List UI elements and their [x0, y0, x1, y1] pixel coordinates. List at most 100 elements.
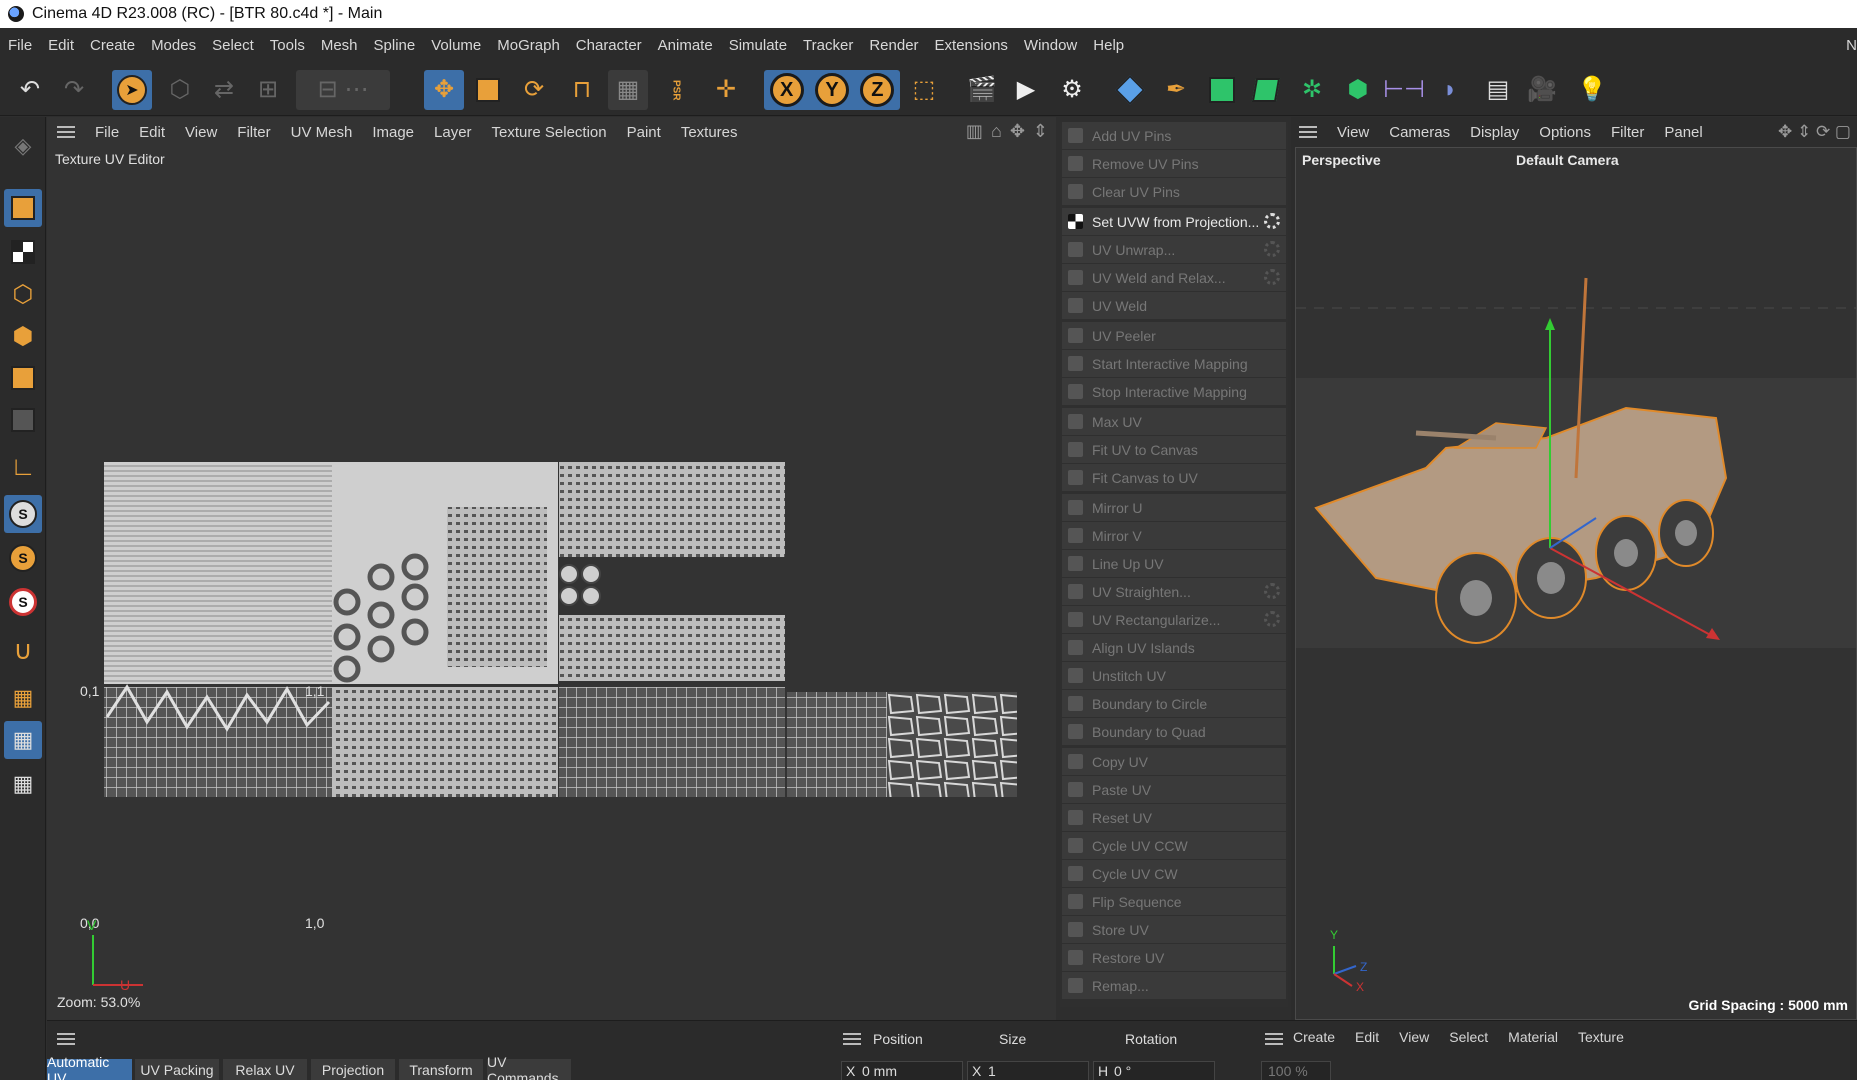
render-region-icon[interactable]: 🎬: [962, 70, 1002, 110]
menu-mesh[interactable]: Mesh: [321, 37, 358, 54]
uv-command-uv-weld-and-relax[interactable]: UV Weld and Relax...: [1062, 264, 1286, 291]
menu-animate[interactable]: Animate: [658, 37, 713, 54]
menu-window[interactable]: Window: [1024, 37, 1077, 54]
histogram-icon[interactable]: ▥: [966, 121, 983, 142]
redo-icon[interactable]: ↷: [54, 70, 94, 110]
uv-command-mirror-u[interactable]: Mirror U: [1062, 494, 1286, 521]
uv-command-unstitch-uv[interactable]: Unstitch UV: [1062, 662, 1286, 689]
tab-transform[interactable]: Transform: [399, 1059, 483, 1080]
uv-canvas[interactable]: [47, 297, 1056, 797]
uv-menu-file[interactable]: File: [95, 124, 119, 141]
uv-command-uv-unwrap[interactable]: UV Unwrap...: [1062, 236, 1286, 263]
menu-simulate[interactable]: Simulate: [729, 37, 787, 54]
move-icon[interactable]: ✥: [424, 70, 464, 110]
edge-mode-icon[interactable]: ⬢: [4, 317, 42, 355]
deformer-icon[interactable]: ⊢⊣: [1383, 70, 1425, 110]
uv-command-reset-uv[interactable]: Reset UV: [1062, 804, 1286, 831]
snap-enable-icon[interactable]: S: [4, 495, 42, 533]
loop-select-icon[interactable]: ⇄: [204, 70, 244, 110]
uv-menu-layer[interactable]: Layer: [434, 124, 472, 141]
position-x-field[interactable]: X 0 mm: [841, 1061, 963, 1080]
uv-command-uv-rectangularize[interactable]: UV Rectangularize...: [1062, 606, 1286, 633]
uv-panel-menu-icon[interactable]: [57, 126, 75, 138]
live-select-group-icon[interactable]: ⊟ ⋯: [296, 70, 390, 110]
mat-menu-view[interactable]: View: [1399, 1029, 1429, 1045]
uv-menu-view[interactable]: View: [185, 124, 217, 141]
uv-command-remove-uv-pins[interactable]: Remove UV Pins: [1062, 150, 1286, 177]
lock-icon[interactable]: ⌂: [991, 121, 1002, 142]
polygon-mode-icon[interactable]: [4, 359, 42, 397]
uv-command-paste-uv[interactable]: Paste UV: [1062, 776, 1286, 803]
model-mode-icon[interactable]: [4, 189, 42, 227]
uv-command-max-uv[interactable]: Max UV: [1062, 408, 1286, 435]
axis-x-icon[interactable]: X: [769, 73, 804, 107]
uv-command-flip-sequence[interactable]: Flip Sequence: [1062, 888, 1286, 915]
camera-icon[interactable]: 🎥: [1522, 70, 1562, 110]
gear-icon[interactable]: [1264, 611, 1280, 627]
viewport-panel-menu-icon[interactable]: [1299, 126, 1317, 138]
rotate-icon[interactable]: ⟳: [514, 70, 554, 110]
vp-menu-view[interactable]: View: [1337, 124, 1369, 141]
zoom-icon[interactable]: ⇕: [1033, 121, 1048, 142]
make-editable-icon[interactable]: ◈: [4, 127, 42, 165]
vp-menu-panel[interactable]: Panel: [1664, 124, 1702, 141]
select-icon[interactable]: ➤: [112, 70, 152, 110]
tab-uv-commands[interactable]: UV Commands: [487, 1054, 571, 1080]
material-zoom-field[interactable]: 100 %: [1261, 1061, 1331, 1080]
uv-menu-textures[interactable]: Textures: [681, 124, 738, 141]
floor-icon[interactable]: ▤: [1478, 70, 1518, 110]
uv-mode-icon[interactable]: [4, 401, 42, 439]
menu-overflow[interactable]: N: [1846, 37, 1857, 54]
vp-menu-display[interactable]: Display: [1470, 124, 1519, 141]
uv-command-align-uv-islands[interactable]: Align UV Islands: [1062, 634, 1286, 661]
uv-menu-image[interactable]: Image: [372, 124, 414, 141]
viewport-canvas[interactable]: Perspective Default Camera Y Z X Grid Sp…: [1295, 147, 1857, 1020]
menu-help[interactable]: Help: [1093, 37, 1124, 54]
world-axis-icon[interactable]: ✛: [706, 70, 746, 110]
gear-icon[interactable]: [1264, 241, 1280, 257]
uv-menu-uv-mesh[interactable]: UV Mesh: [291, 124, 353, 141]
uv-command-cycle-uv-ccw[interactable]: Cycle UV CCW: [1062, 832, 1286, 859]
cube-icon[interactable]: [1110, 70, 1150, 110]
mat-menu-edit[interactable]: Edit: [1355, 1029, 1379, 1045]
uv-command-boundary-to-quad[interactable]: Boundary to Quad: [1062, 718, 1286, 745]
menu-file[interactable]: File: [8, 37, 32, 54]
cloner-icon[interactable]: ⬢: [1338, 70, 1378, 110]
mograph-icon[interactable]: ✲: [1292, 70, 1332, 110]
vp-menu-options[interactable]: Options: [1539, 124, 1591, 141]
uv-command-uv-straighten[interactable]: UV Straighten...: [1062, 578, 1286, 605]
light-icon[interactable]: 💡: [1572, 70, 1612, 110]
gear-icon[interactable]: [1264, 213, 1280, 229]
uv-command-remap[interactable]: Remap...: [1062, 972, 1286, 999]
uv-command-uv-peeler[interactable]: UV Peeler: [1062, 322, 1286, 349]
menu-create[interactable]: Create: [90, 37, 135, 54]
menu-edit[interactable]: Edit: [48, 37, 74, 54]
uv-command-stop-interactive-mapping[interactable]: Stop Interactive Mapping: [1062, 378, 1286, 405]
vp-menu-cameras[interactable]: Cameras: [1389, 124, 1450, 141]
locked-workplane-icon[interactable]: ▦: [4, 721, 42, 759]
uv-command-start-interactive-mapping[interactable]: Start Interactive Mapping: [1062, 350, 1286, 377]
size-x-field[interactable]: X 1: [967, 1061, 1089, 1080]
extrude-icon[interactable]: [1246, 70, 1286, 110]
gear-icon[interactable]: [1264, 583, 1280, 599]
uv-command-fit-uv-to-canvas[interactable]: Fit UV to Canvas: [1062, 436, 1286, 463]
ring-select-icon[interactable]: ⊞: [248, 70, 288, 110]
pan-icon[interactable]: ✥: [1010, 121, 1025, 142]
axis-mode-icon[interactable]: ∟: [4, 447, 42, 485]
menu-tools[interactable]: Tools: [270, 37, 305, 54]
uv-command-cycle-uv-cw[interactable]: Cycle UV CW: [1062, 860, 1286, 887]
render-view-icon[interactable]: ▶: [1006, 70, 1046, 110]
snap-icon[interactable]: ⊓: [562, 70, 602, 110]
scale-icon[interactable]: [468, 70, 508, 110]
mat-menu-texture[interactable]: Texture: [1578, 1029, 1624, 1045]
coord-panel-menu-icon[interactable]: [843, 1033, 861, 1045]
planar-workplane-icon[interactable]: ▦: [4, 765, 42, 803]
menu-extensions[interactable]: Extensions: [935, 37, 1008, 54]
texture-mode-icon[interactable]: [4, 233, 42, 271]
material-panel-menu-icon[interactable]: [1265, 1033, 1283, 1045]
menu-render[interactable]: Render: [869, 37, 918, 54]
menu-volume[interactable]: Volume: [431, 37, 481, 54]
gear-icon[interactable]: [1264, 269, 1280, 285]
magnet-icon[interactable]: ∪: [4, 631, 42, 669]
psr-icon[interactable]: PSR: [656, 70, 696, 110]
